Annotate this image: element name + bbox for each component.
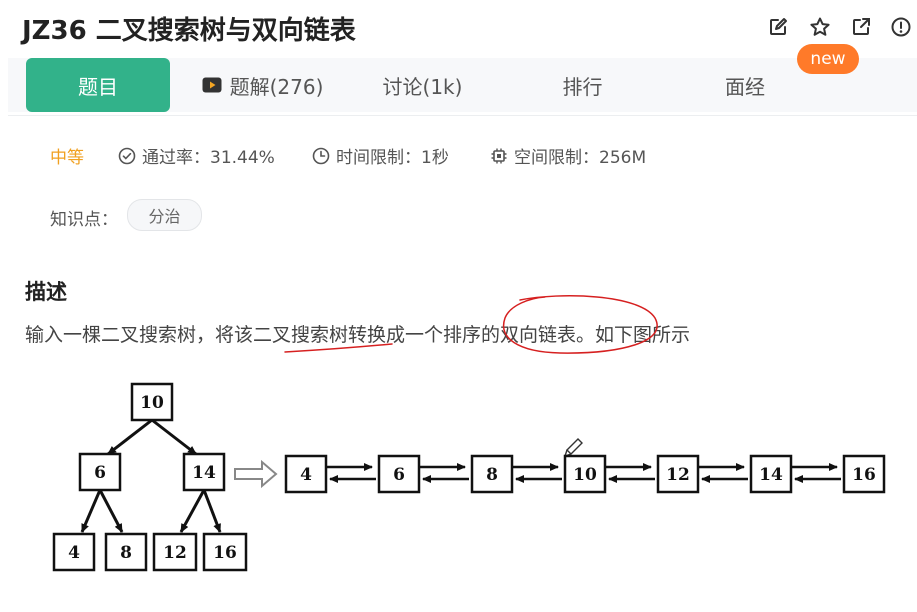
svg-text:10: 10: [573, 465, 597, 485]
tree-node-8: 8: [104, 532, 148, 572]
tree-node-6: 6: [78, 452, 122, 492]
svg-text:10: 10: [140, 393, 164, 413]
svg-text:12: 12: [666, 465, 690, 485]
list-node-4: 4: [284, 454, 328, 494]
tree-node-16: 16: [202, 532, 248, 572]
transform-arrow-icon: [234, 459, 278, 489]
svg-text:6: 6: [94, 463, 106, 483]
annotation-underline: [284, 343, 393, 353]
svg-text:14: 14: [192, 463, 216, 483]
list-node-14: 14: [749, 454, 793, 494]
bst-to-dll-diagram: 10 6 14 4 8 12 16 4 6 8 10 12 14 16: [52, 382, 886, 572]
svg-text:8: 8: [120, 543, 132, 563]
tree-node-4: 4: [52, 532, 96, 572]
list-node-6: 6: [377, 454, 421, 494]
list-node-8: 8: [470, 454, 514, 494]
tree-node-12: 12: [152, 532, 198, 572]
svg-text:4: 4: [300, 465, 312, 485]
tree-node-root: 10: [130, 382, 174, 422]
list-node-16: 16: [842, 454, 886, 494]
svg-text:8: 8: [486, 465, 498, 485]
annotation-circle: [502, 295, 658, 354]
svg-text:12: 12: [163, 543, 187, 563]
tree-node-14: 14: [182, 452, 226, 492]
svg-text:14: 14: [759, 465, 783, 485]
svg-text:16: 16: [213, 543, 237, 563]
svg-text:6: 6: [393, 465, 405, 485]
svg-text:4: 4: [68, 543, 80, 563]
list-node-10: 10: [563, 454, 607, 494]
list-node-12: 12: [656, 454, 700, 494]
pencil-cursor-icon: [563, 438, 583, 458]
svg-text:16: 16: [852, 465, 876, 485]
